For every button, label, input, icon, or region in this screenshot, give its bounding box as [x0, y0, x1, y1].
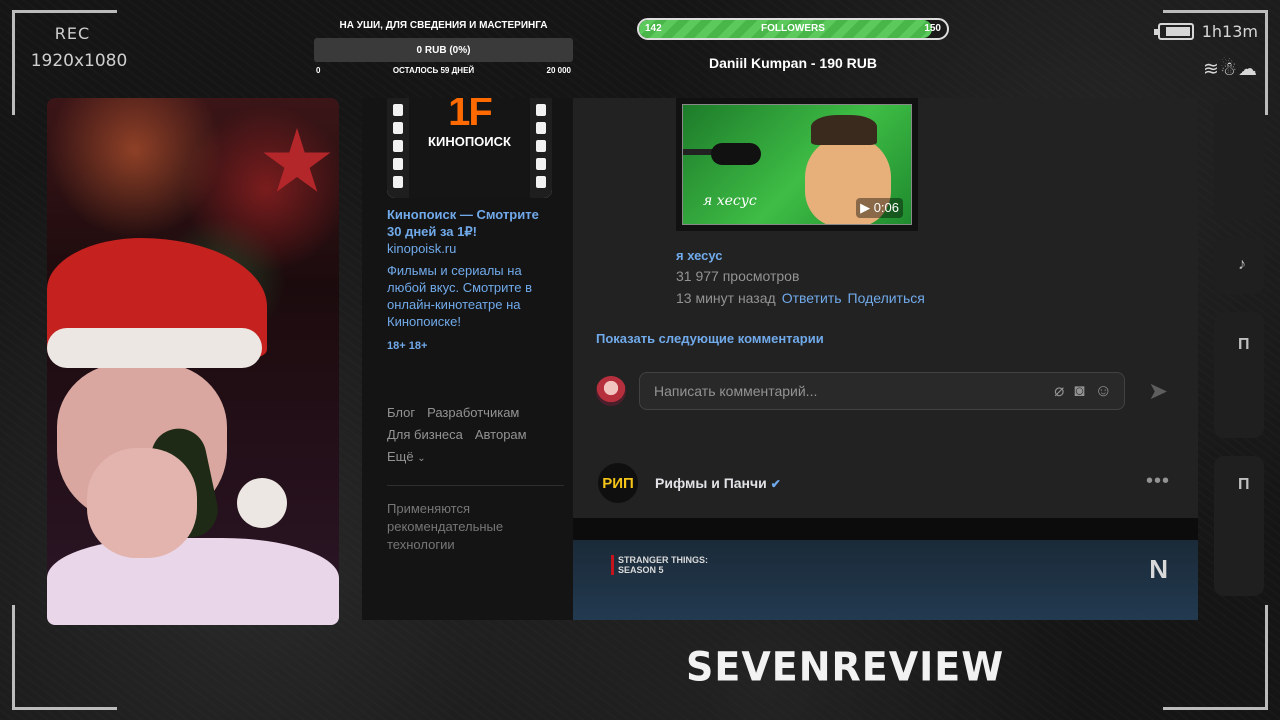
feed: я хесус ▶ 0:06 я хесус 31 977 просмотров… [573, 98, 1198, 620]
microphone-icon [711, 143, 761, 165]
music-icon: ♪ [1238, 256, 1246, 273]
show-more-comments-link[interactable]: Показать следующие комментарии [596, 331, 824, 346]
uptime-label: 1h13m [1201, 22, 1258, 41]
battery-icon [1153, 23, 1194, 40]
last-donation: Daniil Kumpan - 190 RUB [708, 55, 878, 71]
footer-link-developers[interactable]: Разработчикам [427, 405, 519, 420]
attach-icon[interactable]: ⌀ [1054, 381, 1064, 401]
snowman-icon: ☃ [1219, 58, 1238, 80]
side-card-1[interactable] [1214, 100, 1264, 220]
ad-title-link[interactable]: Кинопоиск — Смотрите 30 дней за 1₽! [387, 206, 552, 240]
footer-link-blog[interactable]: Блог [387, 405, 415, 420]
footer-links: Блог Разработчикам Для бизнеса Авторам Ещё… [387, 402, 567, 470]
user-avatar[interactable] [596, 376, 626, 406]
emoji-icon[interactable]: ☺ [1095, 381, 1112, 401]
post-author-name[interactable]: Рифмы и Панчи ✔ [655, 475, 781, 491]
wind-icon: ≋ [1203, 58, 1220, 80]
ad-description[interactable]: Фильмы и сериалы на любой вкус. Смотрите… [387, 262, 557, 330]
send-icon[interactable]: ➤ [1148, 377, 1168, 406]
followers-label: FOLLOWERS [761, 23, 825, 34]
browser-window: 1F КИНОПОИСК Кинопоиск — Смотрите 30 дне… [362, 98, 1198, 620]
webcam-feed [47, 98, 339, 625]
goal-max: 20 000 [546, 66, 571, 75]
chevron-down-icon: ⌄ [417, 453, 426, 464]
weather-icons: ≋☃☁ [1203, 58, 1258, 80]
goal-progress-bar: 0 RUB (0%) [314, 38, 573, 62]
ad-image[interactable]: 1F КИНОПОИСК [387, 98, 552, 198]
recommendation-note: Применяются рекомендательные технологии [387, 501, 504, 552]
share-link[interactable]: Поделиться [848, 290, 925, 306]
donation-goal: НА УШИ, ДЛЯ СВЕДЕНИЯ И МАСТЕРИНГА 0 RUB … [314, 20, 573, 75]
comment-video-thumbnail[interactable]: я хесус ▶ 0:06 [676, 98, 918, 231]
side-card-3[interactable]: П [1214, 456, 1264, 596]
goal-title: НА УШИ, ДЛЯ СВЕДЕНИЯ И МАСТЕРИНГА [339, 20, 548, 31]
resolution-label: 1920x1080 [30, 51, 128, 71]
ad-logo-text: КИНОПОИСК [428, 134, 511, 149]
goal-remaining: ОСТАЛОСЬ 59 ДНЕЙ [392, 66, 475, 75]
play-icon: ▶ [860, 200, 874, 215]
post-image[interactable]: STRANGER THINGS: SEASON 5 N [573, 540, 1198, 620]
ad-logo-mark: 1F [448, 98, 493, 134]
post-menu-icon[interactable]: ••• [1146, 470, 1170, 493]
ad-age-rating: 18+ 18+ [387, 340, 428, 352]
verified-icon: ✔ [770, 477, 781, 491]
ad-domain-link[interactable]: kinopoisk.ru [387, 241, 456, 256]
rec-indicator: REC 1920x1080 [30, 24, 128, 71]
post-image-title: STRANGER THINGS: SEASON 5 [611, 555, 708, 575]
comment-input-placeholder: Написать комментарий... [654, 383, 818, 399]
followers-goal-bar: 142 FOLLOWERS 150 [637, 18, 949, 40]
camera-icon[interactable]: ◙ [1074, 381, 1084, 401]
video-caption: я хесус [703, 193, 757, 209]
goal-progress-text: 0 RUB (0%) [416, 44, 471, 56]
footer-link-more[interactable]: Ещё ⌄ [387, 449, 426, 464]
side-card-2[interactable]: П [1214, 312, 1264, 438]
comment-meta: 13 минут назад Ответить Поделиться [676, 290, 925, 306]
comment-video-title[interactable]: я хесус [676, 248, 723, 263]
side-card-music[interactable]: ♪ [1214, 238, 1264, 294]
reply-link[interactable]: Ответить [782, 290, 842, 306]
divider [387, 485, 564, 486]
channel-brand: SEVENREVIEW [686, 643, 1005, 691]
followers-target: 150 [924, 23, 941, 34]
goal-min: 0 [316, 66, 321, 75]
left-sidebar: 1F КИНОПОИСК Кинопоиск — Смотрите 30 дне… [362, 98, 573, 620]
footer-link-business[interactable]: Для бизнеса [387, 427, 463, 442]
comment-time[interactable]: 13 минут назад [676, 290, 776, 306]
video-duration: ▶ 0:06 [856, 198, 903, 218]
netflix-logo: N [1149, 554, 1168, 584]
rec-label: REC [54, 24, 91, 43]
comment-video-views: 31 977 просмотров [676, 268, 800, 284]
cloud-icon: ☁ [1238, 58, 1258, 80]
frame-corner-bottom-right [1163, 605, 1268, 710]
footer-link-authors[interactable]: Авторам [475, 427, 527, 442]
comment-input[interactable]: Написать комментарий... ⌀ ◙ ☺ [639, 372, 1125, 410]
battery-uptime: 1h13m [1153, 22, 1258, 41]
post-author-avatar[interactable]: РИП [596, 461, 640, 505]
